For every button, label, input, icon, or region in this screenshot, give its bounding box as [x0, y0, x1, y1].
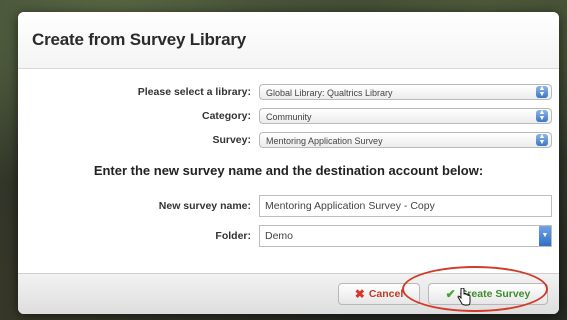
name-row: New survey name: Mentoring Application S… — [18, 195, 559, 217]
dialog-body: Please select a library: Global Library:… — [18, 69, 559, 275]
library-label: Please select a library: — [137, 86, 251, 98]
folder-dropdown[interactable]: Demo ▼ — [259, 225, 552, 247]
category-select[interactable]: Community ▲ ▼ — [259, 108, 552, 124]
category-row: Category: Community ▲ ▼ — [18, 105, 559, 127]
survey-select[interactable]: Mentoring Application Survey ▲ ▼ — [259, 132, 552, 148]
survey-select-value: Mentoring Application Survey — [266, 136, 383, 146]
name-label: New survey name: — [158, 200, 251, 212]
dialog-titlebar: Create from Survey Library — [18, 12, 559, 69]
instruction-heading: Enter the new survey name and the destin… — [93, 163, 484, 178]
dialog-title: Create from Survey Library — [32, 30, 246, 49]
x-icon: ✖ — [354, 287, 365, 301]
cancel-label: Cancel — [368, 288, 404, 300]
chevron-down-icon: ▼ — [539, 226, 551, 246]
category-label: Category: — [201, 110, 251, 122]
survey-name-input[interactable]: Mentoring Application Survey - Copy — [259, 195, 552, 217]
hand-pointer-icon — [457, 288, 471, 306]
updown-arrows-icon: ▲ ▼ — [536, 133, 548, 146]
category-select-value: Community — [266, 112, 312, 122]
library-select[interactable]: Global Library: Qualtrics Library ▲ ▼ — [259, 84, 552, 100]
library-row: Please select a library: Global Library:… — [18, 81, 559, 103]
updown-arrows-icon: ▲ ▼ — [536, 85, 548, 98]
survey-label: Survey: — [212, 134, 251, 146]
library-select-value: Global Library: Qualtrics Library — [266, 88, 393, 98]
updown-arrows-icon: ▲ ▼ — [536, 109, 548, 122]
folder-label: Folder: — [215, 230, 251, 242]
folder-row: Folder: Demo ▼ — [18, 225, 559, 247]
highlight-ellipse — [402, 266, 548, 312]
folder-dropdown-value: Demo — [265, 230, 294, 242]
survey-row: Survey: Mentoring Application Survey ▲ ▼ — [18, 129, 559, 151]
